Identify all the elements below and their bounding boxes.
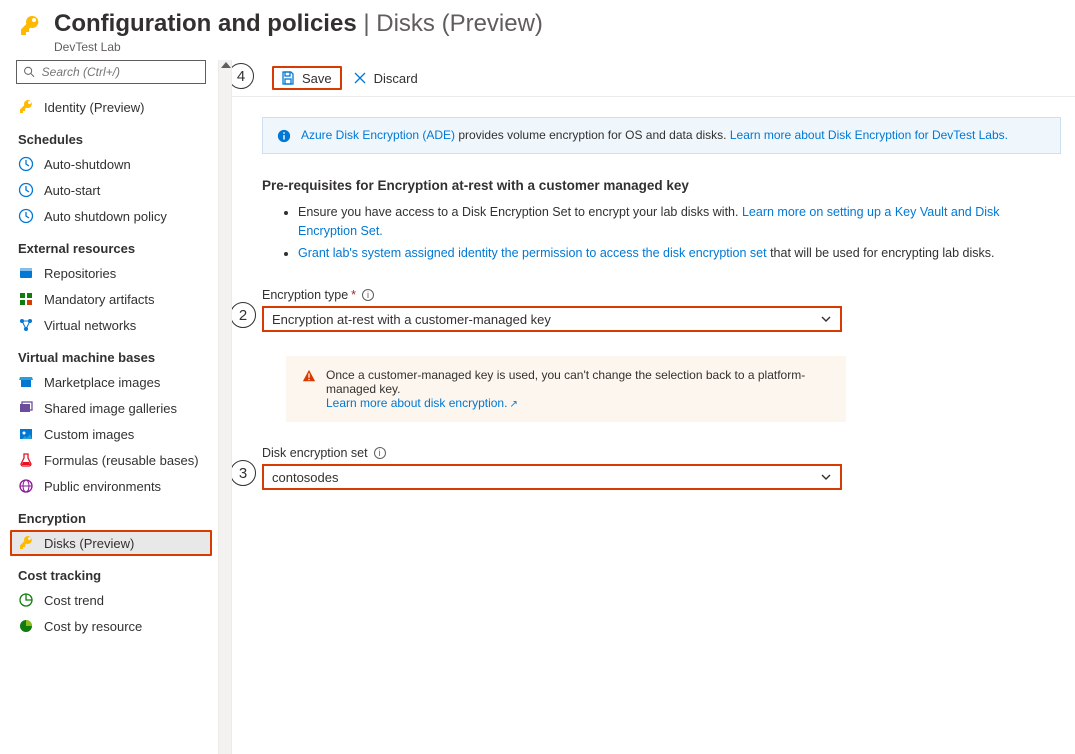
sidebar-item-mandatory-artifacts[interactable]: Mandatory artifacts xyxy=(10,286,212,312)
nav-label: Auto-shutdown xyxy=(44,157,131,172)
nav-label: Cost trend xyxy=(44,593,104,608)
sidebar-item-auto-shutdown-policy[interactable]: Auto shutdown policy xyxy=(10,203,212,229)
chart-icon xyxy=(18,592,34,608)
globe-icon xyxy=(18,478,34,494)
search-icon xyxy=(23,65,36,79)
save-button[interactable]: Save xyxy=(272,66,342,90)
info-text: provides volume encryption for OS and da… xyxy=(455,128,730,142)
nav-group-cost: Cost tracking xyxy=(10,556,212,587)
select-value: Encryption at-rest with a customer-manag… xyxy=(272,312,551,327)
save-label: Save xyxy=(302,71,332,86)
sidebar-item-repositories[interactable]: Repositories xyxy=(10,260,212,286)
prereq-item: Grant lab's system assigned identity the… xyxy=(298,244,1061,263)
chevron-down-icon xyxy=(820,471,832,483)
select-value: contosodes xyxy=(272,470,339,485)
toolbar: 4 Save Discard xyxy=(232,60,1075,97)
callout-3: 3 xyxy=(232,460,256,486)
callout-2: 2 xyxy=(232,302,256,328)
info-icon[interactable]: i xyxy=(362,289,374,301)
nav-label: Shared image galleries xyxy=(44,401,177,416)
nav-label: Repositories xyxy=(44,266,116,281)
nav-label: Custom images xyxy=(44,427,134,442)
flask-icon xyxy=(18,452,34,468)
nav-group-schedules: Schedules xyxy=(10,120,212,151)
sidebar-item-identity[interactable]: Identity (Preview) xyxy=(10,94,212,120)
nav-label: Virtual networks xyxy=(44,318,136,333)
search-input[interactable] xyxy=(16,60,206,84)
nav-group-external: External resources xyxy=(10,229,212,260)
discard-label: Discard xyxy=(374,71,418,86)
sidebar-item-auto-shutdown[interactable]: Auto-shutdown xyxy=(10,151,212,177)
clock-icon xyxy=(18,156,34,172)
nav-label: Auto-start xyxy=(44,183,100,198)
network-icon xyxy=(18,317,34,333)
warning-banner: Once a customer-managed key is used, you… xyxy=(286,356,846,422)
chevron-down-icon xyxy=(820,313,832,325)
prereq-heading: Pre-requisites for Encryption at-rest wi… xyxy=(262,178,1061,193)
discard-button[interactable]: Discard xyxy=(342,66,428,90)
des-label: Disk encryption set i xyxy=(262,446,1061,460)
close-icon xyxy=(352,70,368,86)
sidebar-item-auto-start[interactable]: Auto-start xyxy=(10,177,212,203)
prereq-item: Ensure you have access to a Disk Encrypt… xyxy=(298,203,1061,241)
clock-icon xyxy=(18,182,34,198)
nav-label: Disks (Preview) xyxy=(44,536,134,551)
grant-identity-link[interactable]: Grant lab's system assigned identity the… xyxy=(298,246,767,260)
page-header: Configuration and policies | Disks (Prev… xyxy=(0,0,1075,60)
disk-encryption-set-select[interactable]: contosodes xyxy=(262,464,842,490)
nav-label: Formulas (reusable bases) xyxy=(44,453,199,468)
gallery-icon xyxy=(18,400,34,416)
sidebar-item-custom-images[interactable]: Custom images xyxy=(10,421,212,447)
scroll-arrow-up-icon xyxy=(221,62,231,68)
external-link-icon: ↗ xyxy=(509,399,517,410)
scrollbar[interactable] xyxy=(218,60,232,754)
encryption-type-select[interactable]: Encryption at-rest with a customer-manag… xyxy=(262,306,842,332)
ade-link[interactable]: Azure Disk Encryption (ADE) xyxy=(301,128,455,142)
encryption-type-label: Encryption type* i xyxy=(262,288,1061,302)
sidebar-item-cost-trend[interactable]: Cost trend xyxy=(10,587,212,613)
nav-label: Marketplace images xyxy=(44,375,160,390)
nav-label: Public environments xyxy=(44,479,161,494)
callout-4: 4 xyxy=(232,63,254,89)
sidebar-item-virtual-networks[interactable]: Virtual networks xyxy=(10,312,212,338)
sidebar-item-cost-by-resource[interactable]: Cost by resource xyxy=(10,613,212,639)
sidebar-item-shared-galleries[interactable]: Shared image galleries xyxy=(10,395,212,421)
pie-icon xyxy=(18,618,34,634)
warning-text: Once a customer-managed key is used, you… xyxy=(326,368,805,396)
page-subtitle: DevTest Lab xyxy=(54,40,543,54)
learn-encryption-link[interactable]: Learn more about disk encryption.↗ xyxy=(326,396,518,410)
learn-more-link[interactable]: Learn more about Disk Encryption for Dev… xyxy=(730,128,1008,142)
repo-icon xyxy=(18,265,34,281)
nav-label: Cost by resource xyxy=(44,619,142,634)
main-panel: 4 Save Discard Azure Disk Encryption (AD… xyxy=(232,60,1075,754)
artifacts-icon xyxy=(18,291,34,307)
prereq-list: Ensure you have access to a Disk Encrypt… xyxy=(262,203,1061,262)
sidebar-item-marketplace-images[interactable]: Marketplace images xyxy=(10,369,212,395)
sidebar: Identity (Preview) Schedules Auto-shutdo… xyxy=(0,60,218,754)
clock-icon xyxy=(18,208,34,224)
info-icon[interactable]: i xyxy=(374,447,386,459)
store-icon xyxy=(18,374,34,390)
save-icon xyxy=(280,70,296,86)
nav-group-encryption: Encryption xyxy=(10,499,212,530)
key-icon xyxy=(18,14,42,38)
warning-icon xyxy=(302,369,316,383)
key-icon xyxy=(18,99,34,115)
info-banner: Azure Disk Encryption (ADE) provides vol… xyxy=(262,117,1061,154)
nav-label: Mandatory artifacts xyxy=(44,292,155,307)
image-icon xyxy=(18,426,34,442)
sidebar-item-formulas[interactable]: Formulas (reusable bases) xyxy=(10,447,212,473)
nav-label: Auto shutdown policy xyxy=(44,209,167,224)
info-icon xyxy=(277,129,291,143)
sidebar-item-disks-preview[interactable]: Disks (Preview) xyxy=(10,530,212,556)
nav-label: Identity (Preview) xyxy=(44,100,144,115)
nav-group-vmbases: Virtual machine bases xyxy=(10,338,212,369)
key-icon xyxy=(18,535,34,551)
page-title: Configuration and policies | Disks (Prev… xyxy=(54,10,543,38)
sidebar-item-public-env[interactable]: Public environments xyxy=(10,473,212,499)
